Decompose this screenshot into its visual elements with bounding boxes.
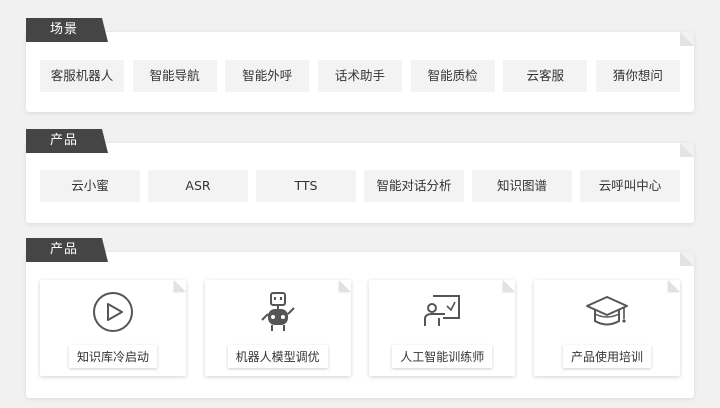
scene-section: 场景 客服机器人 智能导航 智能外呼 话术助手 智能质检 云客服 猜你想问 — [26, 18, 694, 112]
product-section: 产品 云小蜜 ASR TTS 智能对话分析 知识图谱 云呼叫中心 — [26, 129, 694, 223]
service-card-label: 知识库冷启动 — [68, 345, 158, 368]
scene-item[interactable]: 云客服 — [503, 60, 588, 92]
service-card-label: 人工智能训练师 — [392, 345, 493, 368]
scene-item[interactable]: 话术助手 — [317, 60, 402, 92]
product-item[interactable]: ASR — [148, 170, 248, 202]
service-card-kb-coldstart[interactable]: 知识库冷启动 — [40, 280, 186, 376]
scene-row: 客服机器人 智能导航 智能外呼 话术助手 智能质检 云客服 猜你想问 — [40, 60, 680, 92]
play-circle-icon — [90, 290, 136, 334]
product-item[interactable]: 智能对话分析 — [364, 170, 464, 202]
teacher-board-icon — [419, 290, 465, 334]
service-cards: 知识库冷启动 机器人模型调优 人工智能训练师 产品使用培训 — [40, 280, 680, 376]
graduation-cap-icon — [584, 290, 630, 334]
section-tag: 产品 — [26, 129, 108, 153]
product-item[interactable]: 云呼叫中心 — [580, 170, 680, 202]
robot-icon — [255, 290, 301, 334]
scene-item[interactable]: 智能质检 — [410, 60, 495, 92]
product-item[interactable]: 知识图谱 — [472, 170, 572, 202]
service-card-ai-trainer[interactable]: 人工智能训练师 — [369, 280, 516, 376]
product-item[interactable]: TTS — [256, 170, 356, 202]
section-tag: 场景 — [26, 18, 108, 42]
service-card-label: 产品使用培训 — [562, 345, 651, 368]
scene-item[interactable]: 智能外呼 — [225, 60, 310, 92]
service-section: 产品 知识库冷启动 机器人模型调优 人工智能训练师 产品使用培训 — [26, 238, 694, 398]
service-card-label: 机器人模型调优 — [227, 345, 328, 368]
scene-item[interactable]: 智能导航 — [132, 60, 217, 92]
product-row: 云小蜜 ASR TTS 智能对话分析 知识图谱 云呼叫中心 — [40, 170, 680, 202]
service-card-product-training[interactable]: 产品使用培训 — [533, 280, 680, 376]
section-tag: 产品 — [26, 238, 108, 262]
service-card-robot-tuning[interactable]: 机器人模型调优 — [204, 280, 351, 376]
scene-item[interactable]: 猜你想问 — [595, 60, 680, 92]
scene-item[interactable]: 客服机器人 — [40, 60, 124, 92]
product-item[interactable]: 云小蜜 — [40, 170, 140, 202]
